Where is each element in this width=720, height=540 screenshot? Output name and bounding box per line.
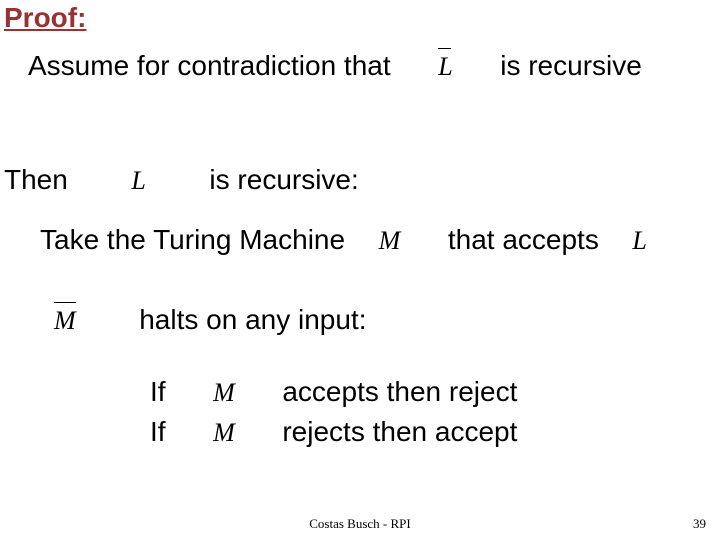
assume-before: Assume for contradiction that	[28, 50, 391, 81]
symbol-L: L	[131, 166, 145, 196]
symbol-M: M	[379, 226, 401, 256]
footer-author: Costas Busch - RPI	[0, 516, 720, 532]
symbol-M-if2: M	[213, 418, 235, 448]
halts-text: halts on any input:	[139, 304, 366, 335]
then-before: Then	[4, 164, 68, 195]
line-if-rejects: If M rejects then accept	[150, 416, 517, 448]
line-halts: M halts on any input:	[50, 304, 367, 336]
symbol-L-plain: L	[632, 226, 646, 256]
if1-rest: accepts then reject	[282, 376, 517, 407]
slide: Proof: Assume for contradiction that L i…	[0, 0, 720, 540]
line-take: Take the Turing Machine M that accepts L	[40, 224, 651, 256]
take-middle: that accepts	[448, 224, 599, 255]
line-if-accepts: If M accepts then reject	[150, 376, 517, 408]
symbol-M-if1: M	[213, 378, 235, 408]
then-after: is recursive:	[209, 164, 358, 195]
if2-rest: rejects then accept	[282, 416, 517, 447]
if2-if: If	[150, 416, 166, 447]
symbol-L-bar: L	[438, 52, 452, 82]
symbol-M-bar: M	[54, 306, 76, 336]
assume-after: is recursive	[500, 50, 642, 81]
page-number: 39	[693, 516, 706, 532]
line-then: Then L is recursive:	[4, 164, 359, 196]
take-before: Take the Turing Machine	[40, 224, 345, 255]
if1-if: If	[150, 376, 166, 407]
line-assume: Assume for contradiction that L is recur…	[28, 50, 642, 82]
proof-heading: Proof:	[4, 2, 86, 34]
